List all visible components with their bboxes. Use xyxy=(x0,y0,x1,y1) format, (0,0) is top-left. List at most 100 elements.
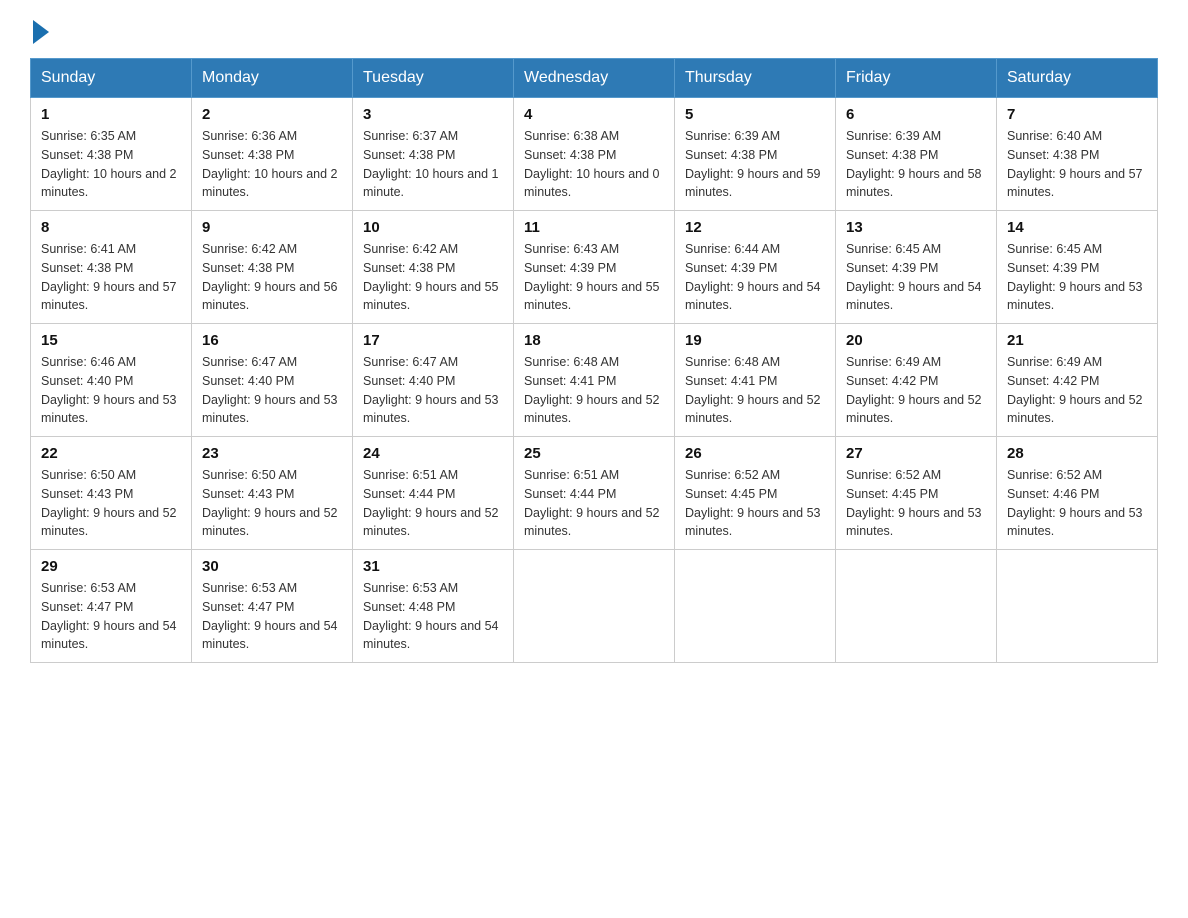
page-header xyxy=(30,20,1158,42)
calendar-day-cell: 27 Sunrise: 6:52 AMSunset: 4:45 PMDaylig… xyxy=(836,437,997,550)
day-info: Sunrise: 6:53 AMSunset: 4:48 PMDaylight:… xyxy=(363,581,499,651)
day-number: 14 xyxy=(1007,219,1147,236)
day-number: 4 xyxy=(524,106,664,123)
calendar-day-cell: 3 Sunrise: 6:37 AMSunset: 4:38 PMDayligh… xyxy=(353,98,514,211)
day-info: Sunrise: 6:42 AMSunset: 4:38 PMDaylight:… xyxy=(202,242,338,312)
calendar-day-cell: 16 Sunrise: 6:47 AMSunset: 4:40 PMDaylig… xyxy=(192,324,353,437)
day-number: 26 xyxy=(685,445,825,462)
calendar-day-cell: 22 Sunrise: 6:50 AMSunset: 4:43 PMDaylig… xyxy=(31,437,192,550)
day-info: Sunrise: 6:42 AMSunset: 4:38 PMDaylight:… xyxy=(363,242,499,312)
day-info: Sunrise: 6:53 AMSunset: 4:47 PMDaylight:… xyxy=(41,581,177,651)
calendar-day-cell: 26 Sunrise: 6:52 AMSunset: 4:45 PMDaylig… xyxy=(675,437,836,550)
calendar-day-cell: 24 Sunrise: 6:51 AMSunset: 4:44 PMDaylig… xyxy=(353,437,514,550)
day-info: Sunrise: 6:45 AMSunset: 4:39 PMDaylight:… xyxy=(1007,242,1143,312)
day-number: 19 xyxy=(685,332,825,349)
calendar-day-cell: 12 Sunrise: 6:44 AMSunset: 4:39 PMDaylig… xyxy=(675,211,836,324)
calendar-day-cell: 14 Sunrise: 6:45 AMSunset: 4:39 PMDaylig… xyxy=(997,211,1158,324)
day-info: Sunrise: 6:49 AMSunset: 4:42 PMDaylight:… xyxy=(846,355,982,425)
day-of-week-header: Monday xyxy=(192,59,353,98)
day-of-week-header: Saturday xyxy=(997,59,1158,98)
day-info: Sunrise: 6:45 AMSunset: 4:39 PMDaylight:… xyxy=(846,242,982,312)
calendar-day-cell: 23 Sunrise: 6:50 AMSunset: 4:43 PMDaylig… xyxy=(192,437,353,550)
day-info: Sunrise: 6:36 AMSunset: 4:38 PMDaylight:… xyxy=(202,129,338,199)
day-number: 15 xyxy=(41,332,181,349)
calendar-day-cell: 9 Sunrise: 6:42 AMSunset: 4:38 PMDayligh… xyxy=(192,211,353,324)
day-number: 16 xyxy=(202,332,342,349)
day-number: 23 xyxy=(202,445,342,462)
calendar-day-cell: 25 Sunrise: 6:51 AMSunset: 4:44 PMDaylig… xyxy=(514,437,675,550)
calendar-day-cell: 7 Sunrise: 6:40 AMSunset: 4:38 PMDayligh… xyxy=(997,98,1158,211)
day-number: 8 xyxy=(41,219,181,236)
day-info: Sunrise: 6:41 AMSunset: 4:38 PMDaylight:… xyxy=(41,242,177,312)
day-number: 25 xyxy=(524,445,664,462)
calendar-week-row: 8 Sunrise: 6:41 AMSunset: 4:38 PMDayligh… xyxy=(31,211,1158,324)
calendar-day-cell: 20 Sunrise: 6:49 AMSunset: 4:42 PMDaylig… xyxy=(836,324,997,437)
calendar-day-cell xyxy=(836,550,997,663)
calendar-week-row: 29 Sunrise: 6:53 AMSunset: 4:47 PMDaylig… xyxy=(31,550,1158,663)
day-number: 11 xyxy=(524,219,664,236)
calendar-day-cell: 31 Sunrise: 6:53 AMSunset: 4:48 PMDaylig… xyxy=(353,550,514,663)
day-info: Sunrise: 6:50 AMSunset: 4:43 PMDaylight:… xyxy=(41,468,177,538)
calendar-day-cell: 15 Sunrise: 6:46 AMSunset: 4:40 PMDaylig… xyxy=(31,324,192,437)
logo xyxy=(30,20,51,42)
calendar-day-cell: 4 Sunrise: 6:38 AMSunset: 4:38 PMDayligh… xyxy=(514,98,675,211)
day-info: Sunrise: 6:39 AMSunset: 4:38 PMDaylight:… xyxy=(685,129,821,199)
day-info: Sunrise: 6:44 AMSunset: 4:39 PMDaylight:… xyxy=(685,242,821,312)
day-number: 13 xyxy=(846,219,986,236)
calendar-day-cell: 30 Sunrise: 6:53 AMSunset: 4:47 PMDaylig… xyxy=(192,550,353,663)
calendar-day-cell: 28 Sunrise: 6:52 AMSunset: 4:46 PMDaylig… xyxy=(997,437,1158,550)
calendar-day-cell: 17 Sunrise: 6:47 AMSunset: 4:40 PMDaylig… xyxy=(353,324,514,437)
calendar-day-cell: 10 Sunrise: 6:42 AMSunset: 4:38 PMDaylig… xyxy=(353,211,514,324)
day-number: 3 xyxy=(363,106,503,123)
calendar-day-cell: 19 Sunrise: 6:48 AMSunset: 4:41 PMDaylig… xyxy=(675,324,836,437)
day-number: 24 xyxy=(363,445,503,462)
logo-arrow-icon xyxy=(33,20,49,44)
day-of-week-header: Tuesday xyxy=(353,59,514,98)
calendar-day-cell: 21 Sunrise: 6:49 AMSunset: 4:42 PMDaylig… xyxy=(997,324,1158,437)
calendar-day-cell: 11 Sunrise: 6:43 AMSunset: 4:39 PMDaylig… xyxy=(514,211,675,324)
day-info: Sunrise: 6:53 AMSunset: 4:47 PMDaylight:… xyxy=(202,581,338,651)
calendar-week-row: 15 Sunrise: 6:46 AMSunset: 4:40 PMDaylig… xyxy=(31,324,1158,437)
calendar-header-row: SundayMondayTuesdayWednesdayThursdayFrid… xyxy=(31,59,1158,98)
day-of-week-header: Sunday xyxy=(31,59,192,98)
calendar-day-cell: 6 Sunrise: 6:39 AMSunset: 4:38 PMDayligh… xyxy=(836,98,997,211)
calendar-day-cell: 18 Sunrise: 6:48 AMSunset: 4:41 PMDaylig… xyxy=(514,324,675,437)
day-info: Sunrise: 6:46 AMSunset: 4:40 PMDaylight:… xyxy=(41,355,177,425)
day-info: Sunrise: 6:39 AMSunset: 4:38 PMDaylight:… xyxy=(846,129,982,199)
day-info: Sunrise: 6:40 AMSunset: 4:38 PMDaylight:… xyxy=(1007,129,1143,199)
day-info: Sunrise: 6:43 AMSunset: 4:39 PMDaylight:… xyxy=(524,242,660,312)
day-info: Sunrise: 6:38 AMSunset: 4:38 PMDaylight:… xyxy=(524,129,660,199)
day-number: 22 xyxy=(41,445,181,462)
calendar-day-cell xyxy=(514,550,675,663)
day-number: 12 xyxy=(685,219,825,236)
day-info: Sunrise: 6:48 AMSunset: 4:41 PMDaylight:… xyxy=(524,355,660,425)
calendar-day-cell xyxy=(997,550,1158,663)
day-info: Sunrise: 6:51 AMSunset: 4:44 PMDaylight:… xyxy=(363,468,499,538)
day-number: 28 xyxy=(1007,445,1147,462)
day-number: 5 xyxy=(685,106,825,123)
calendar-day-cell: 8 Sunrise: 6:41 AMSunset: 4:38 PMDayligh… xyxy=(31,211,192,324)
day-number: 1 xyxy=(41,106,181,123)
calendar-table: SundayMondayTuesdayWednesdayThursdayFrid… xyxy=(30,58,1158,663)
day-info: Sunrise: 6:52 AMSunset: 4:45 PMDaylight:… xyxy=(685,468,821,538)
day-info: Sunrise: 6:50 AMSunset: 4:43 PMDaylight:… xyxy=(202,468,338,538)
day-of-week-header: Friday xyxy=(836,59,997,98)
day-number: 6 xyxy=(846,106,986,123)
calendar-day-cell: 13 Sunrise: 6:45 AMSunset: 4:39 PMDaylig… xyxy=(836,211,997,324)
calendar-week-row: 1 Sunrise: 6:35 AMSunset: 4:38 PMDayligh… xyxy=(31,98,1158,211)
day-info: Sunrise: 6:52 AMSunset: 4:46 PMDaylight:… xyxy=(1007,468,1143,538)
day-info: Sunrise: 6:48 AMSunset: 4:41 PMDaylight:… xyxy=(685,355,821,425)
day-number: 7 xyxy=(1007,106,1147,123)
calendar-day-cell: 1 Sunrise: 6:35 AMSunset: 4:38 PMDayligh… xyxy=(31,98,192,211)
day-info: Sunrise: 6:49 AMSunset: 4:42 PMDaylight:… xyxy=(1007,355,1143,425)
calendar-day-cell: 29 Sunrise: 6:53 AMSunset: 4:47 PMDaylig… xyxy=(31,550,192,663)
day-number: 20 xyxy=(846,332,986,349)
day-info: Sunrise: 6:47 AMSunset: 4:40 PMDaylight:… xyxy=(202,355,338,425)
day-info: Sunrise: 6:35 AMSunset: 4:38 PMDaylight:… xyxy=(41,129,177,199)
day-number: 30 xyxy=(202,558,342,575)
day-of-week-header: Thursday xyxy=(675,59,836,98)
calendar-day-cell xyxy=(675,550,836,663)
calendar-week-row: 22 Sunrise: 6:50 AMSunset: 4:43 PMDaylig… xyxy=(31,437,1158,550)
day-number: 31 xyxy=(363,558,503,575)
calendar-day-cell: 5 Sunrise: 6:39 AMSunset: 4:38 PMDayligh… xyxy=(675,98,836,211)
